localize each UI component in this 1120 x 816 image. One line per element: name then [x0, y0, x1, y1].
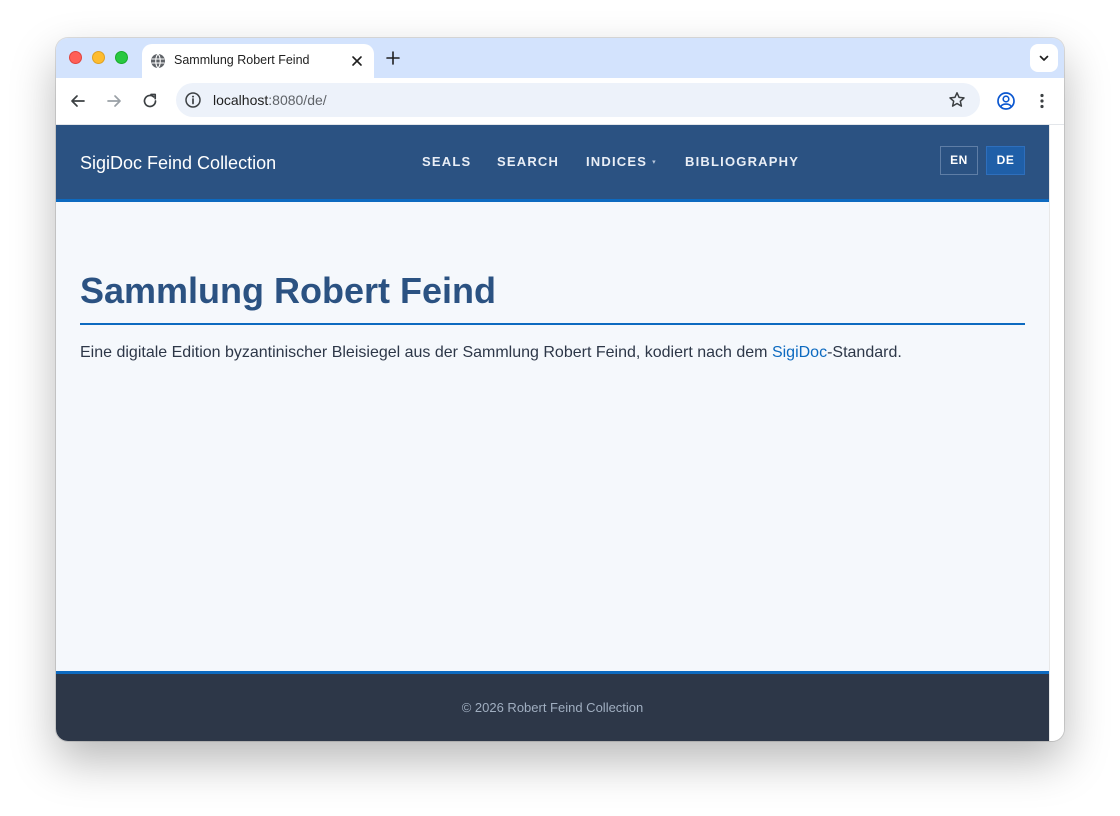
sigidoc-link[interactable]: SigiDoc	[772, 344, 827, 361]
dropdown-caret-icon: ▾	[652, 159, 656, 166]
web-page: SigiDoc Feind Collection SEALS SEARCH IN…	[56, 125, 1049, 741]
page-title: Sammlung Robert Feind	[80, 270, 497, 311]
language-button-en[interactable]: EN	[940, 146, 978, 175]
intro-text-after: -Standard.	[827, 344, 902, 361]
bookmark-star-icon[interactable]	[948, 91, 966, 109]
intro-text-before: Eine digitale Edition byzantinischer Ble…	[80, 344, 772, 361]
close-tab-icon[interactable]	[348, 52, 366, 70]
browser-window: Sammlung Robert Feind localhost:8080/de/…	[56, 38, 1064, 741]
nav-item-seals[interactable]: SEALS	[422, 154, 471, 169]
nav-item-indices[interactable]: INDICES ▾	[586, 154, 656, 169]
reload-icon[interactable]	[140, 91, 160, 111]
site-footer: © 2026 Robert Feind Collection	[56, 671, 1049, 741]
new-tab-icon[interactable]	[384, 49, 402, 67]
tab-title: Sammlung Robert Feind	[174, 53, 310, 67]
url-path: :8080/de/	[268, 92, 327, 108]
minimize-window-button[interactable]	[92, 51, 105, 64]
footer-copyright: © 2026 Robert Feind Collection	[461, 700, 644, 715]
site-header: SigiDoc Feind Collection SEALS SEARCH IN…	[56, 125, 1049, 202]
url-host: localhost	[213, 92, 269, 108]
profile-icon[interactable]	[996, 91, 1016, 111]
maximize-window-button[interactable]	[115, 51, 128, 64]
browser-toolbar: localhost:8080/de/	[56, 78, 1064, 125]
intro-paragraph: Eine digitale Edition byzantinischer Ble…	[80, 344, 902, 362]
forward-arrow-icon[interactable]	[104, 91, 124, 111]
tab-search-button[interactable]	[1030, 44, 1058, 72]
back-arrow-icon[interactable]	[68, 91, 88, 111]
chevron-down-icon	[1039, 55, 1049, 61]
site-brand-link[interactable]: SigiDoc Feind Collection	[80, 153, 276, 174]
nav-item-indices-label: INDICES	[586, 154, 648, 169]
site-info-icon[interactable]	[184, 91, 202, 109]
title-divider	[80, 323, 1025, 325]
page-scrollbar[interactable]	[1049, 125, 1064, 741]
nav-item-bibliography[interactable]: BIBLIOGRAPHY	[685, 154, 799, 169]
more-options-icon[interactable]	[1032, 91, 1052, 111]
browser-tab-active[interactable]: Sammlung Robert Feind	[142, 44, 374, 78]
language-button-de[interactable]: DE	[986, 146, 1025, 175]
url-text[interactable]: localhost:8080/de/	[213, 92, 327, 108]
close-window-button[interactable]	[69, 51, 82, 64]
nav-item-search[interactable]: SEARCH	[497, 154, 559, 169]
address-bar[interactable]: localhost:8080/de/	[176, 83, 980, 117]
tab-strip: Sammlung Robert Feind	[56, 38, 1064, 78]
globe-icon	[151, 53, 165, 69]
